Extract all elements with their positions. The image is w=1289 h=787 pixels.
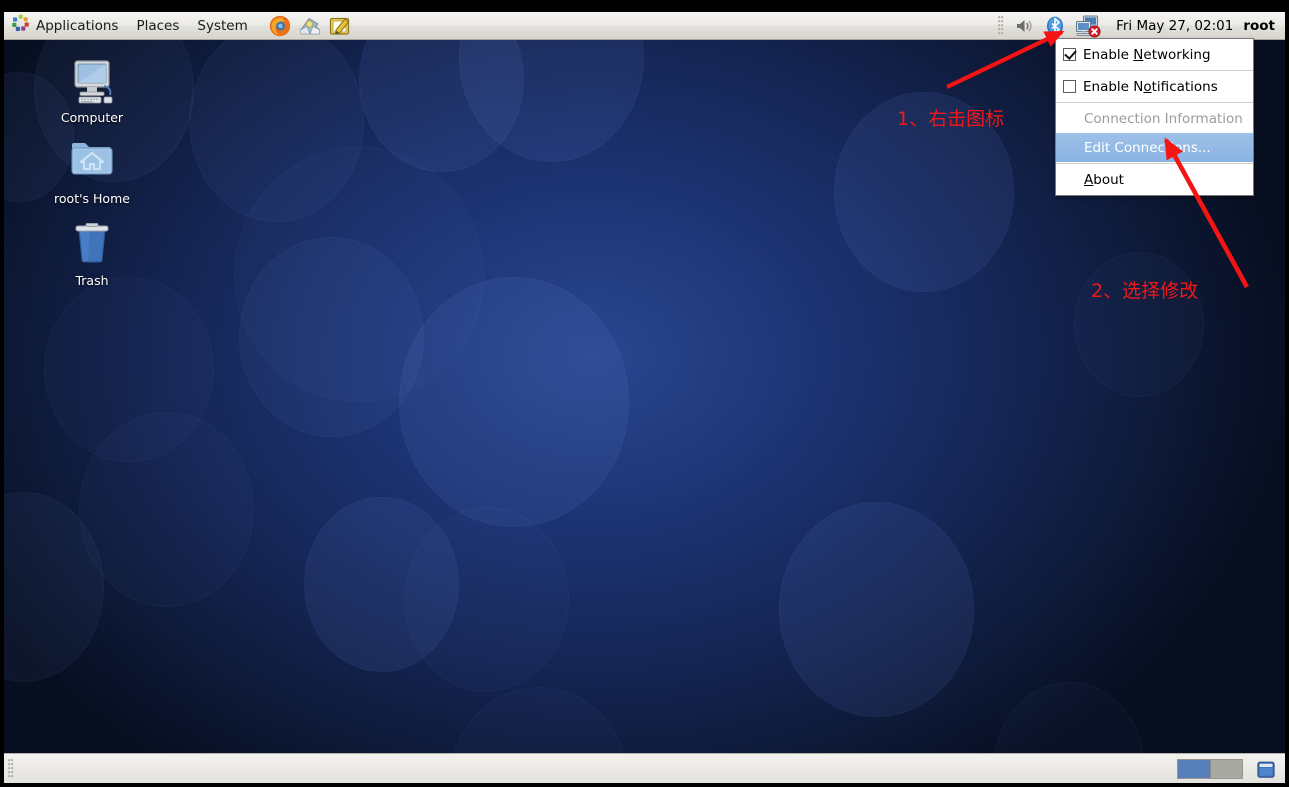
evolution-mail-launcher-icon[interactable] bbox=[298, 14, 322, 38]
menu-places[interactable]: Places bbox=[128, 14, 187, 38]
menu-item-label: Edit Connections... bbox=[1084, 139, 1211, 156]
checkbox-enable-networking[interactable] bbox=[1063, 48, 1076, 61]
bluetooth-icon[interactable] bbox=[1045, 15, 1065, 37]
workspace-1[interactable] bbox=[1178, 759, 1210, 778]
window-list-grip-handle[interactable] bbox=[8, 758, 14, 779]
top-panel: Applications Places System Fri May 27, 0… bbox=[4, 12, 1285, 40]
menu-separator bbox=[1056, 163, 1253, 164]
desktop-icon-label: root's Home bbox=[54, 191, 130, 206]
text-editor-launcher-icon[interactable] bbox=[328, 14, 352, 38]
desktop-icon-label: Trash bbox=[75, 273, 109, 288]
network-manager-icon[interactable] bbox=[1075, 14, 1101, 38]
trash-icon bbox=[36, 217, 148, 269]
checkbox-enable-notifications[interactable] bbox=[1063, 80, 1076, 93]
workspace-switcher[interactable] bbox=[1177, 758, 1243, 779]
trash-applet-icon[interactable] bbox=[1253, 758, 1279, 780]
menu-item-connection-information: Connection Information bbox=[1056, 104, 1253, 133]
menu-item-label: Enable Networking bbox=[1083, 46, 1211, 63]
network-manager-context-menu[interactable]: Enable Networking Enable Notifications C… bbox=[1055, 38, 1254, 196]
desktop-icon-computer[interactable]: Computer bbox=[36, 54, 148, 125]
menu-item-enable-networking[interactable]: Enable Networking bbox=[1056, 40, 1253, 69]
menu-separator bbox=[1056, 70, 1253, 71]
clock[interactable]: Fri May 27, 02:01 bbox=[1106, 18, 1243, 34]
menu-item-enable-notifications[interactable]: Enable Notifications bbox=[1056, 72, 1253, 101]
menu-item-label: About bbox=[1084, 171, 1124, 188]
desktop-icon-home[interactable]: root's Home bbox=[36, 135, 148, 206]
menu-item-label: Enable Notifications bbox=[1083, 78, 1218, 95]
username-indicator[interactable]: root bbox=[1243, 18, 1285, 34]
menu-item-label: Connection Information bbox=[1084, 110, 1243, 127]
computer-icon bbox=[36, 54, 148, 106]
menu-applications[interactable]: Applications bbox=[5, 11, 126, 41]
menu-item-about[interactable]: About bbox=[1056, 165, 1253, 194]
home-folder-icon bbox=[36, 135, 148, 187]
menu-system[interactable]: System bbox=[189, 14, 255, 38]
screen: Computer root's Home Trash Applications … bbox=[0, 0, 1289, 787]
desktop-icon-label: Computer bbox=[60, 110, 124, 125]
menu-separator bbox=[1056, 102, 1253, 103]
bottom-panel bbox=[4, 753, 1285, 783]
tray-grip-handle[interactable] bbox=[998, 15, 1005, 36]
desktop-icon-trash[interactable]: Trash bbox=[36, 217, 148, 288]
redhat-logo-icon bbox=[11, 14, 30, 38]
firefox-launcher-icon[interactable] bbox=[268, 14, 292, 38]
volume-icon[interactable] bbox=[1014, 16, 1034, 36]
workspace-2[interactable] bbox=[1210, 759, 1242, 778]
menu-applications-label: Applications bbox=[36, 17, 119, 34]
menu-item-edit-connections[interactable]: Edit Connections... bbox=[1056, 133, 1253, 162]
